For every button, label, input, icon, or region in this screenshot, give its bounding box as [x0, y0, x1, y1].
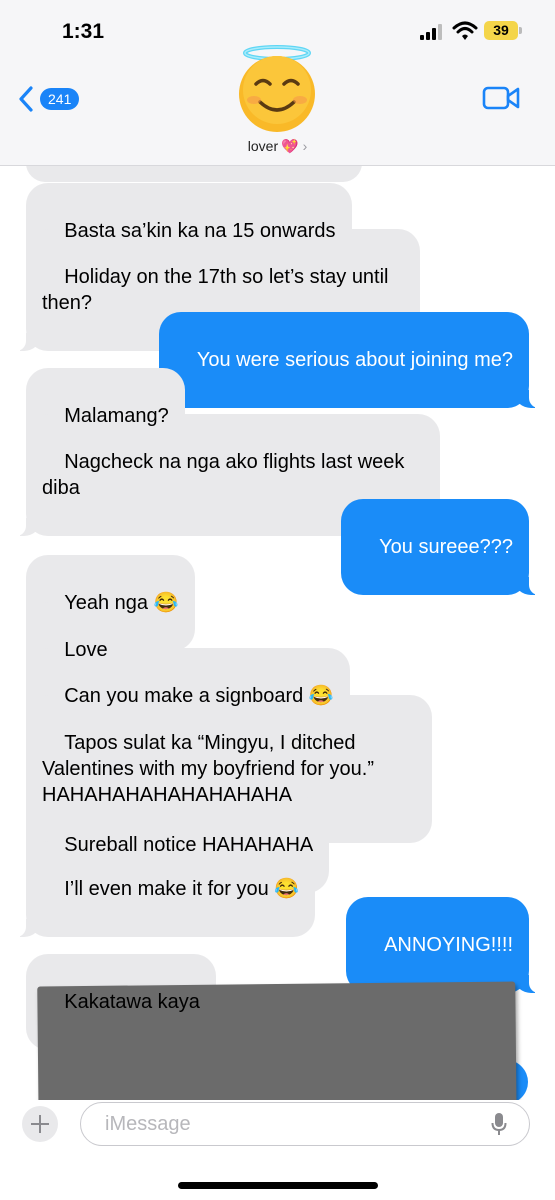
chevron-left-icon [19, 86, 33, 112]
message-text: Kakatawa kaya [64, 991, 200, 1013]
message-text: Yeah nga 😂 [64, 592, 179, 614]
message-input-field[interactable] [80, 1102, 530, 1146]
message-bubble-outgoing[interactable]: You sureee??? [340, 499, 540, 595]
message-bubble-outgoing[interactable]: You were serious about joining me? [158, 312, 540, 408]
contact-name-text: lover [247, 138, 279, 154]
message-input[interactable] [105, 1111, 465, 1137]
message-bubble-partial [26, 166, 362, 182]
message-thread[interactable]: Basta sa’kin ka na 15 onwards Holiday on… [0, 166, 555, 1100]
message-text: Sureball notice HAHAHAHA [64, 834, 314, 856]
message-text: You sureee??? [379, 536, 513, 558]
message-text: You were serious about joining me? [196, 349, 513, 371]
message-text: Basta sa’kin ka na 15 onwards [64, 220, 336, 242]
video-call-icon[interactable] [482, 85, 520, 111]
message-text: Nagcheck na nga ako flights last week di… [42, 451, 410, 499]
sparkling-heart-icon: 💖 [281, 138, 299, 154]
wifi-icon [452, 21, 478, 40]
cellular-signal-icon [420, 24, 446, 40]
unread-count-badge: 241 [40, 88, 80, 110]
chevron-right-icon: › [302, 138, 308, 154]
message-text: Holiday on the 17th so let’s stay until … [42, 266, 395, 314]
microphone-icon[interactable] [491, 1112, 507, 1136]
message-text: I’ll even make it for you 😂 [64, 878, 300, 900]
message-text: Malamang? [64, 405, 169, 427]
message-text: Love [64, 639, 108, 661]
status-bar: 1:31 39 [0, 0, 555, 60]
back-button[interactable]: 241 [18, 84, 90, 114]
battery-icon: 39 [484, 21, 518, 40]
message-composer [0, 1100, 555, 1200]
home-indicator[interactable] [178, 1182, 378, 1189]
message-bubble-outgoing[interactable]: ANNOYING!!!! [345, 897, 540, 993]
message-text: Tapos sulat ka “Mingyu, I ditched Valent… [42, 732, 380, 806]
contact-name[interactable]: lover 💖 › [0, 138, 555, 155]
status-time: 1:31 [62, 20, 105, 43]
message-text: Can you make a signboard 😂 [64, 685, 334, 707]
battery-tip [519, 27, 522, 34]
message-text: ANNOYING!!!! [384, 934, 513, 956]
plus-icon[interactable] [22, 1106, 58, 1142]
